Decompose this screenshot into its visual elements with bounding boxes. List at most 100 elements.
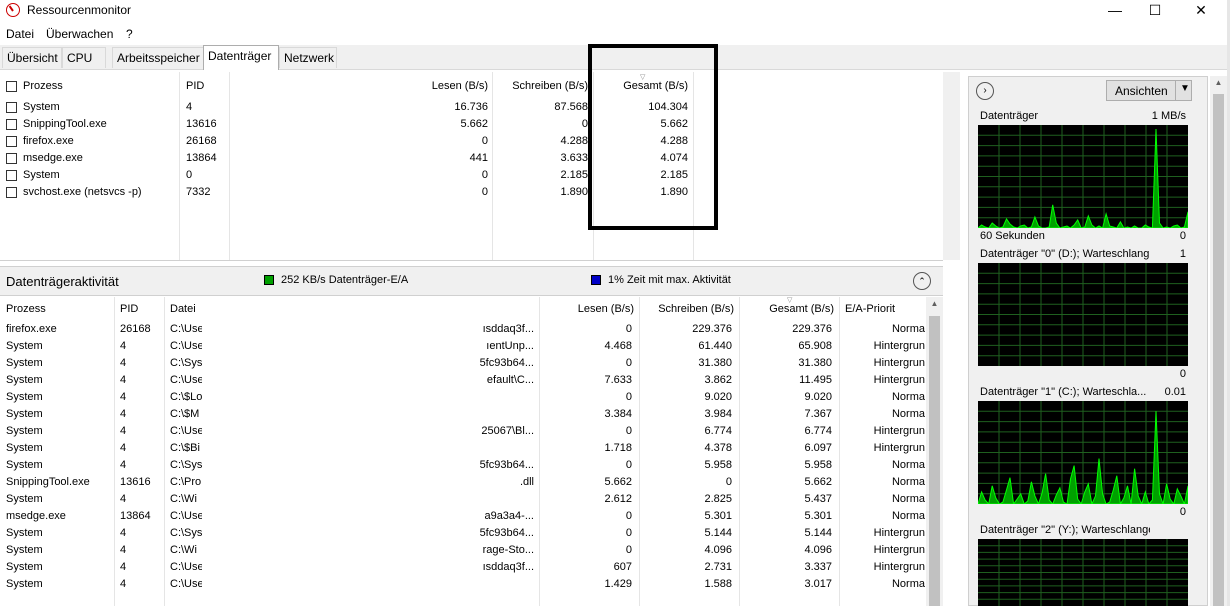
maximize-button[interactable]: ☐ <box>1132 0 1178 22</box>
process-read: 16.736 <box>454 101 488 113</box>
activity-file: C:\Wi <box>170 544 197 556</box>
process-name[interactable]: SnippingTool.exe <box>23 118 107 130</box>
activity-process: System <box>6 459 43 471</box>
column-divider <box>179 72 180 260</box>
column-header-pid[interactable]: PID <box>186 80 204 92</box>
activity-pid: 13864 <box>120 510 151 522</box>
activity-write: 3.984 <box>704 408 732 420</box>
activity-file-tail: .dll <box>519 476 534 488</box>
process-name[interactable]: msedge.exe <box>23 152 83 164</box>
dropdown-arrow-icon: ▼ <box>1180 83 1190 94</box>
activity-header-write[interactable]: Schreiben (B/s) <box>628 303 734 315</box>
tab-netzwerk[interactable]: Netzwerk <box>279 47 337 68</box>
menu-help[interactable]: ? <box>126 27 133 41</box>
collapse-chevron-icon[interactable]: ⌃ <box>913 272 931 290</box>
column-header-write[interactable]: Schreiben (B/s) <box>480 80 588 92</box>
window-title: Ressourcenmonitor <box>27 3 132 17</box>
select-all-checkbox[interactable] <box>6 81 17 92</box>
activity-pid: 4 <box>120 391 127 403</box>
process-checkbox[interactable] <box>6 136 17 147</box>
process-name[interactable]: System <box>23 101 60 113</box>
process-write: 4.288 <box>560 135 588 147</box>
activity-pid: 4 <box>120 544 127 556</box>
activity-priority: Norma <box>891 323 925 335</box>
activity-header-file[interactable]: Datei <box>170 303 196 315</box>
activity-file: C:\Pro <box>170 476 202 488</box>
column-divider <box>164 297 165 606</box>
activity-read: 0 <box>625 459 632 471</box>
tab-cpu[interactable]: CPU <box>62 47 106 68</box>
process-checkbox[interactable] <box>6 187 17 198</box>
activity-header-total[interactable]: Gesamt (B/s) <box>728 303 834 315</box>
activity-process: firefox.exe <box>6 323 57 335</box>
graph-svg <box>978 263 1188 366</box>
activity-file-tail: ısddaq3f... <box>482 561 534 573</box>
menu-ueberwachen[interactable]: Überwachen <box>46 27 113 41</box>
activity-file: C:\Use <box>170 425 202 437</box>
column-header-process[interactable]: Prozess <box>23 80 63 92</box>
expand-chevron-icon[interactable]: › <box>976 82 994 100</box>
activity-priority: Hintergrun <box>873 527 925 539</box>
graph-title: Datenträger "0" (D:); Warteschlang... <box>980 248 1150 260</box>
menu-datei[interactable]: Datei <box>6 27 34 41</box>
activity-scroll-thumb[interactable] <box>929 316 940 606</box>
activity-read: 5.662 <box>604 476 632 488</box>
activity-process: System <box>6 493 43 505</box>
process-checkbox[interactable] <box>6 170 17 181</box>
activity-read: 0 <box>625 425 632 437</box>
activity-priority: Hintergrun <box>873 374 925 386</box>
process-name[interactable]: System <box>23 169 60 181</box>
process-write: 3.633 <box>560 152 588 164</box>
disk-graph <box>978 539 1188 606</box>
activity-write: 4.096 <box>704 544 732 556</box>
activity-file-tail: ısddaq3f... <box>482 323 534 335</box>
activity-file: C:\Use <box>170 374 202 386</box>
graph-svg <box>977 401 1189 506</box>
views-button[interactable]: Ansichten ▼ <box>1106 80 1192 101</box>
activity-priority: Norma <box>891 493 925 505</box>
process-pid: 7332 <box>186 186 211 198</box>
activity-header-pid[interactable]: PID <box>120 303 138 315</box>
activity-priority: Hintergrun <box>873 357 925 369</box>
tab-uebersicht[interactable]: Übersicht <box>2 47 62 68</box>
activity-total: 6.774 <box>804 425 832 437</box>
activity-write: 9.020 <box>704 391 732 403</box>
activity-write: 0 <box>725 476 732 488</box>
activity-file-tail: 5fc93b64... <box>479 357 534 369</box>
activity-priority: Norma <box>891 459 925 471</box>
scroll-up-arrow-icon[interactable]: ▲ <box>1210 78 1227 87</box>
activity-process: msedge.exe <box>6 510 66 522</box>
activity-total: 5.437 <box>804 493 832 505</box>
column-header-read[interactable]: Lesen (B/s) <box>380 80 488 92</box>
time-legend-swatch <box>591 275 601 285</box>
process-read: 0 <box>481 186 488 198</box>
activity-process: System <box>6 544 43 556</box>
graph-scroll-thumb[interactable] <box>1213 94 1224 606</box>
activity-priority: Hintergrun <box>873 340 925 352</box>
activity-write: 2.825 <box>704 493 732 505</box>
activity-file-tail: a9a3a4-... <box>484 510 534 522</box>
process-pid: 4 <box>186 101 193 113</box>
activity-header-process[interactable]: Prozess <box>6 303 46 315</box>
activity-file-tail: efault\C... <box>486 374 534 386</box>
process-table-scrollbar[interactable] <box>943 72 960 260</box>
tab-datentraeger[interactable]: Datenträger <box>203 45 279 70</box>
activity-priority: Hintergrun <box>873 561 925 573</box>
process-checkbox[interactable] <box>6 102 17 113</box>
close-button[interactable]: ✕ <box>1178 0 1224 22</box>
process-name[interactable]: firefox.exe <box>23 135 74 147</box>
activity-write: 61.440 <box>698 340 732 352</box>
disk-activity-header[interactable] <box>0 266 943 296</box>
activity-header-read[interactable]: Lesen (B/s) <box>528 303 634 315</box>
activity-total: 9.020 <box>804 391 832 403</box>
tab-arbeitsspeicher[interactable]: Arbeitsspeicher <box>112 47 204 68</box>
process-name[interactable]: svchost.exe (netsvcs -p) <box>23 186 142 198</box>
column-divider <box>114 297 115 606</box>
activity-pid: 4 <box>120 340 127 352</box>
process-checkbox[interactable] <box>6 119 17 130</box>
scroll-up-arrow-icon[interactable]: ▲ <box>926 299 943 308</box>
activity-priority: Hintergrun <box>873 442 925 454</box>
process-checkbox[interactable] <box>6 153 17 164</box>
activity-priority: Norma <box>891 510 925 522</box>
activity-header-priority[interactable]: E/A-Priorit <box>845 303 927 315</box>
